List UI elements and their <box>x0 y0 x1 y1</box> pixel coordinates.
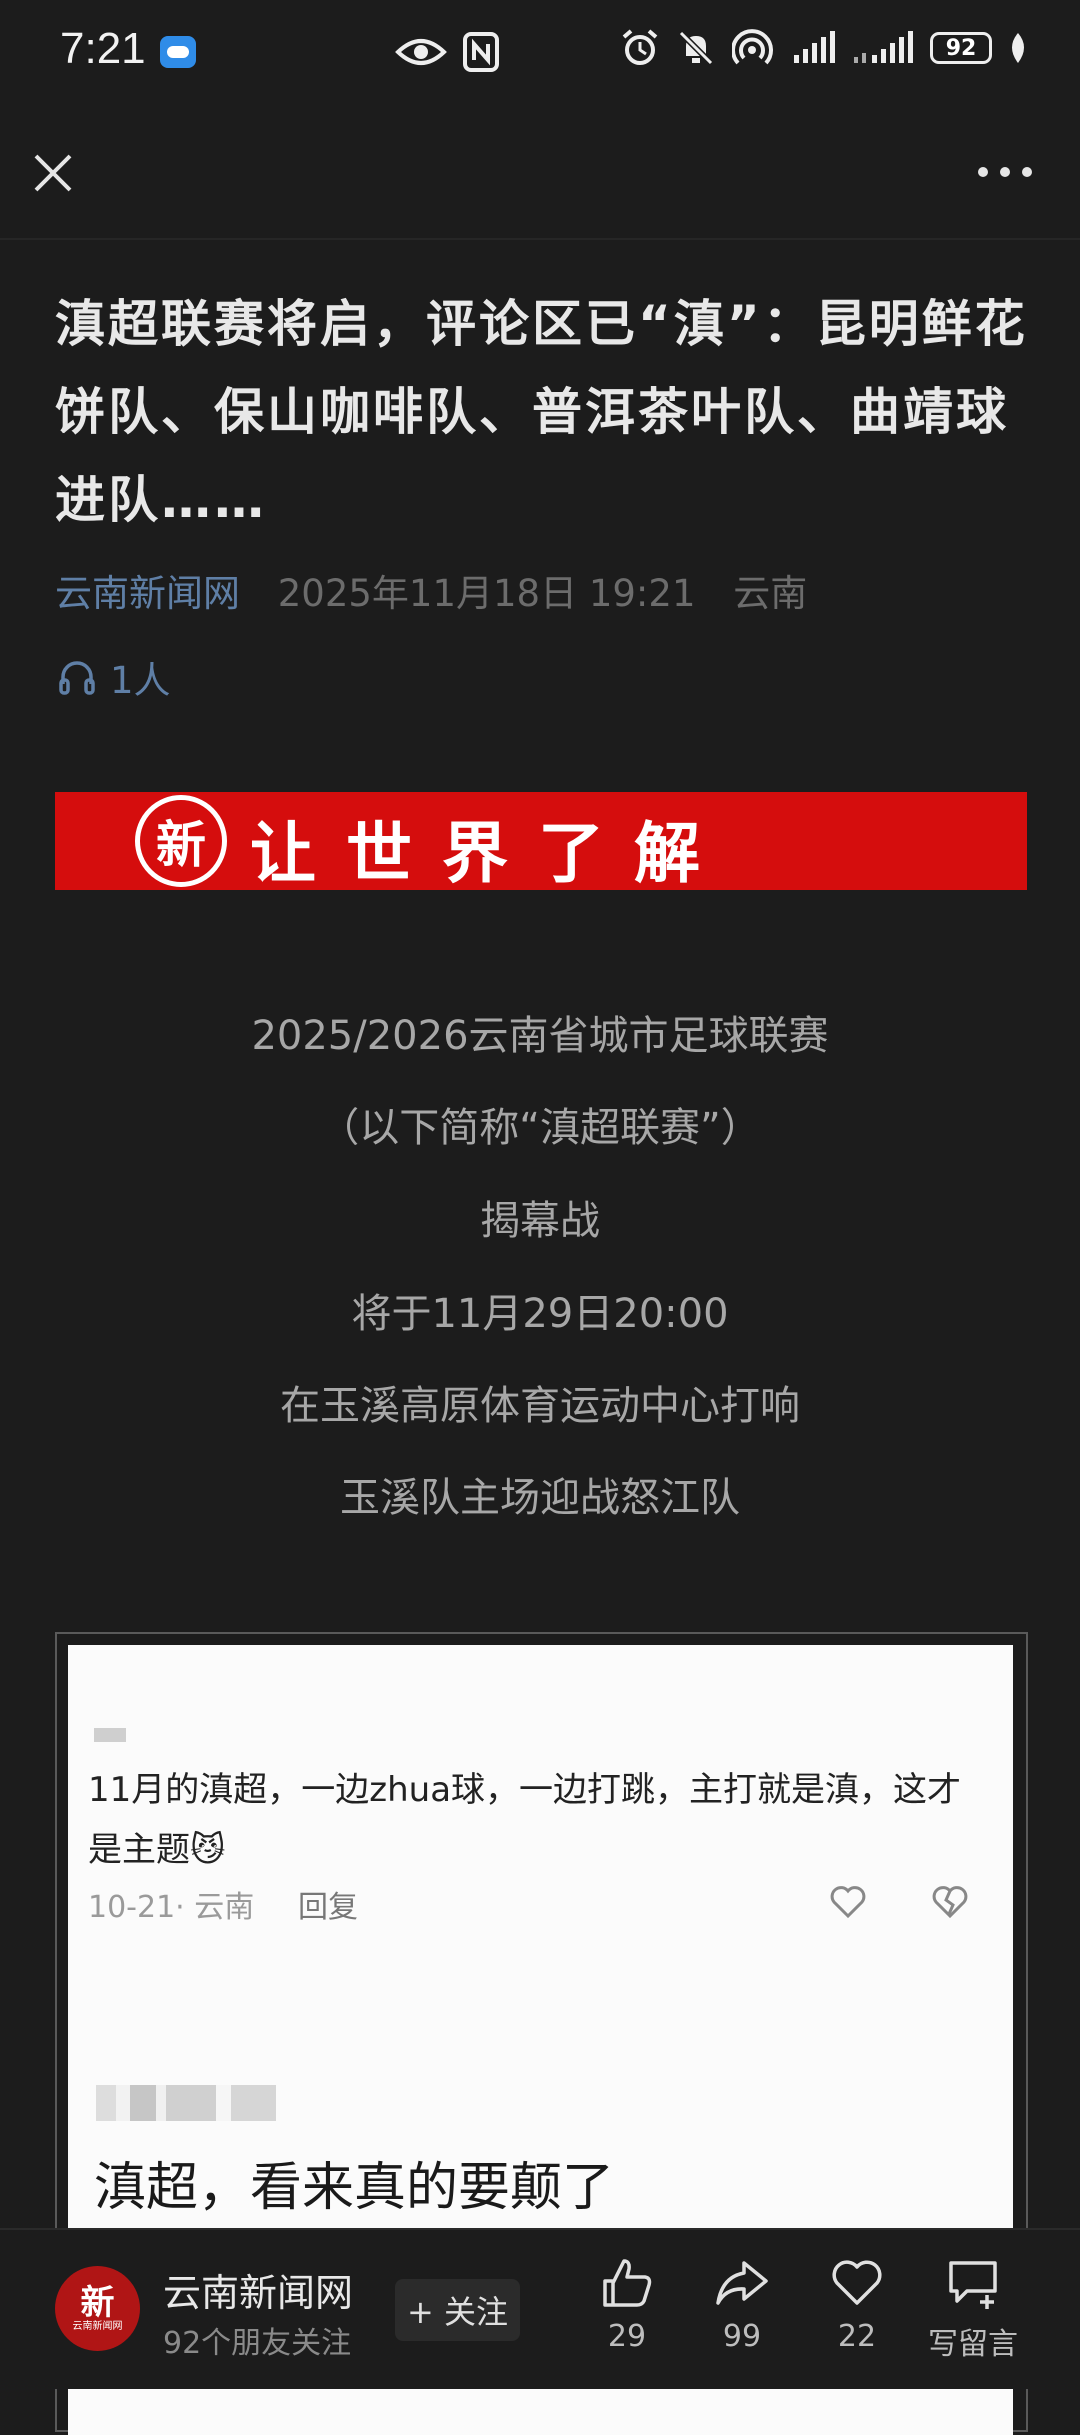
thumbs-up-icon <box>603 2259 652 2307</box>
listen-count[interactable]: 1人 <box>58 650 171 704</box>
write-comment-button[interactable]: 写留言 <box>928 2255 1018 2363</box>
article-region: 云南 <box>733 572 808 615</box>
leaf-icon <box>1012 33 1024 63</box>
comment-1-meta: 10-21· 云南 <box>88 1890 255 1925</box>
bottom-action-bar: 新 云南新闻网 云南新闻网 92个朋友关注 + 关注 29 99 22 写留言 <box>0 2228 1080 2389</box>
body-line-3: 揭幕战 <box>480 1198 600 1244</box>
comment-2-text: 滇超，看来真的要颠了 <box>94 2158 615 2218</box>
headphones-icon <box>59 661 95 695</box>
status-icons-right: 92 <box>620 28 1028 68</box>
close-icon[interactable] <box>28 148 78 198</box>
write-comment-label: 写留言 <box>928 2327 1018 2362</box>
article-source-link[interactable]: 云南新闻网 <box>55 572 240 615</box>
alarm-icon <box>622 29 658 65</box>
heart-icon <box>830 1886 866 1919</box>
avatar-caption: 云南新闻网 <box>72 2320 123 2332</box>
body-line-5: 在玉溪高原体育运动中心打响 <box>280 1383 800 1429</box>
favorite-button[interactable]: 22 <box>812 2255 902 2354</box>
friends-following-count: 92个朋友关注 <box>163 2326 352 2361</box>
banner-slogan: 让世界了解 <box>250 814 730 892</box>
status-icons-center <box>395 30 503 74</box>
blurred-username-2 <box>96 2085 276 2121</box>
mute-icon <box>678 30 714 66</box>
signal-2-icon <box>854 31 913 63</box>
article-datetime: 2025年11月18日 19:21 <box>277 572 696 615</box>
share-button[interactable]: 99 <box>697 2255 787 2354</box>
favorite-count: 22 <box>837 2319 877 2354</box>
body-line-1: 2025/2026云南省城市足球联赛 <box>251 1013 829 1059</box>
top-navigation-bar <box>0 120 1080 240</box>
nfc-icon <box>463 32 499 72</box>
signal-1-icon <box>794 31 835 63</box>
heart-outline-icon <box>832 2260 882 2305</box>
comment-1-reply: 回复 <box>298 1890 358 1925</box>
body-line-2: （以下简称“滇超联赛”） <box>319 1105 761 1151</box>
article-meta: 云南新闻网 2025年11月18日 19:21 云南 <box>55 563 807 617</box>
follow-button[interactable]: + 关注 <box>395 2279 520 2341</box>
blurred-username <box>94 1728 126 1742</box>
body-line-6: 玉溪队主场迎战怒江队 <box>340 1475 740 1521</box>
battery-indicator: 92 <box>930 32 992 64</box>
broken-heart-icon <box>932 1886 968 1919</box>
listen-count-label: 1人 <box>110 659 171 702</box>
more-options-icon[interactable] <box>975 160 1035 184</box>
hotspot-icon <box>732 29 773 65</box>
publisher-avatar[interactable]: 新 云南新闻网 <box>55 2266 140 2351</box>
xinhua-banner: 新 让世界了解 <box>55 792 1027 892</box>
eye-icon <box>395 39 447 65</box>
xin-logo: 新 <box>135 795 227 887</box>
publisher-name[interactable]: 云南新闻网 <box>163 2262 353 2317</box>
comment-add-icon <box>949 2261 997 2309</box>
article-title: 滇超联赛将启，评论区已“滇”：昆明鲜花饼队、保山咖啡队、普洱茶叶队、曲靖球进队…… <box>55 295 1028 529</box>
clock: 7:21 <box>60 24 146 73</box>
avatar-mark: 新 <box>80 2282 115 2323</box>
share-count: 99 <box>722 2319 762 2354</box>
share-arrow-icon <box>716 2261 768 2305</box>
like-count: 29 <box>607 2319 647 2354</box>
cloud-app-icon <box>160 36 196 68</box>
comment-1-text: 11月的滇超，一边zhua球，一边打跳，主打就是滇，这才是主题😼 <box>88 1770 962 1870</box>
status-bar: 7:21 92 <box>0 0 1080 110</box>
like-button[interactable]: 29 <box>582 2255 672 2354</box>
body-line-4: 将于11月29日20:00 <box>351 1291 729 1337</box>
